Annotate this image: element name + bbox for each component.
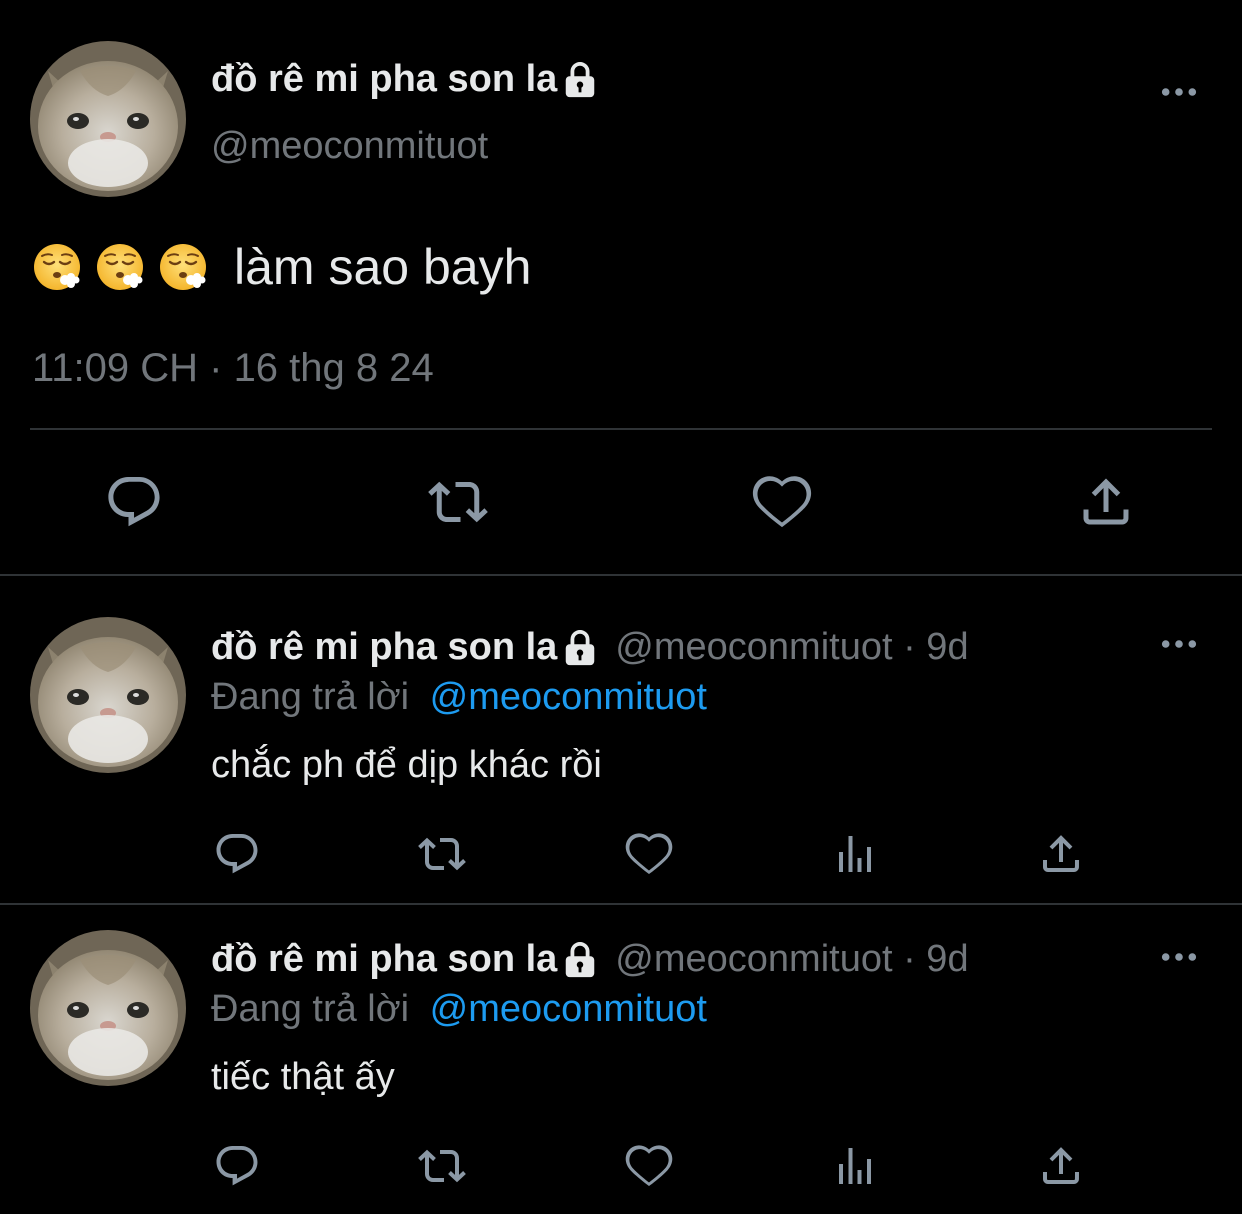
display-name[interactable]: đồ rê mi pha son la (211, 58, 599, 101)
avatar[interactable] (30, 41, 186, 197)
replying-label: Đang trả lời (211, 988, 410, 1030)
lock-icon (561, 61, 599, 99)
more-options-icon[interactable] (1160, 951, 1198, 963)
divider (0, 574, 1242, 576)
mention-link[interactable]: @meoconmituot (430, 676, 707, 718)
share-icon[interactable] (1076, 472, 1136, 532)
share-icon[interactable] (1037, 1142, 1085, 1190)
replying-label: Đang trả lời (211, 676, 410, 718)
reply-header: đồ rê mi pha son la @meoconmituot · 9d (211, 626, 969, 669)
handle-and-time[interactable]: @meoconmituot · 9d (615, 626, 968, 669)
display-name-text[interactable]: đồ rê mi pha son la (211, 626, 557, 669)
like-icon[interactable] (752, 472, 812, 532)
face-exhaling-icon (158, 242, 208, 292)
lock-icon (561, 629, 599, 667)
retweet-icon[interactable] (418, 830, 466, 878)
tweet-text: chắc ph để dịp khác rồi (211, 744, 602, 786)
tweet-text: tiếc thật ấy (211, 1056, 395, 1098)
replying-to: Đang trả lời @meoconmituot (211, 988, 707, 1031)
reply-icon[interactable] (213, 1142, 261, 1190)
display-name-text: đồ rê mi pha son la (211, 58, 558, 100)
reply-icon[interactable] (213, 830, 261, 878)
views-icon[interactable] (831, 1142, 879, 1190)
share-icon[interactable] (1037, 830, 1085, 878)
divider (30, 428, 1212, 430)
more-options-icon[interactable] (1160, 86, 1198, 98)
more-options-icon[interactable] (1160, 638, 1198, 650)
avatar[interactable] (30, 930, 186, 1086)
display-name-text[interactable]: đồ rê mi pha son la (211, 938, 557, 981)
retweet-icon[interactable] (418, 1142, 466, 1190)
reply-icon[interactable] (104, 472, 164, 532)
reply-header: đồ rê mi pha son la @meoconmituot · 9d (211, 938, 969, 981)
divider (0, 903, 1242, 905)
retweet-icon[interactable] (428, 472, 488, 532)
handle-and-time[interactable]: @meoconmituot · 9d (615, 938, 968, 981)
like-icon[interactable] (625, 830, 673, 878)
lock-icon (561, 941, 599, 979)
tweet-body: làm sao bayh (32, 238, 531, 296)
tweet-text: làm sao bayh (234, 239, 532, 295)
replying-to: Đang trả lời @meoconmituot (211, 676, 707, 719)
like-icon[interactable] (625, 1142, 673, 1190)
avatar[interactable] (30, 617, 186, 773)
views-icon[interactable] (831, 830, 879, 878)
mention-link[interactable]: @meoconmituot (430, 988, 707, 1030)
face-exhaling-icon (32, 242, 82, 292)
face-exhaling-icon (95, 242, 145, 292)
handle[interactable]: @meoconmituot (211, 125, 488, 168)
timestamp[interactable]: 11:09 CH · 16 thg 8 24 (32, 346, 434, 391)
